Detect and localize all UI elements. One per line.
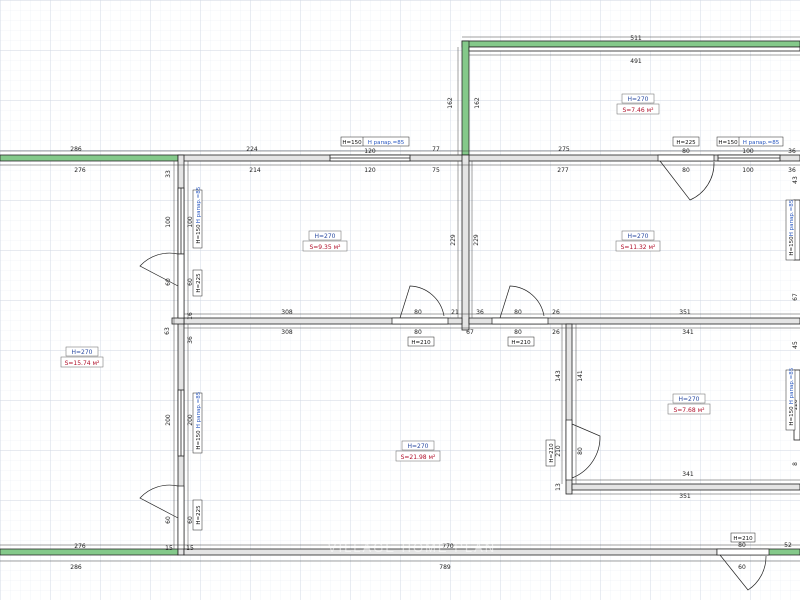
door-height-label: H=225 bbox=[196, 505, 202, 525]
dim-label: 275 bbox=[558, 146, 570, 153]
room-height-label: H=270 bbox=[628, 233, 649, 240]
dim-label: 80 bbox=[738, 542, 746, 549]
dim-label: 80 bbox=[682, 167, 690, 174]
dim-label: 100 bbox=[742, 167, 754, 174]
dim-label: 52 bbox=[784, 542, 792, 549]
window-height-label: H=150 bbox=[196, 224, 202, 244]
dim-label: 308 bbox=[281, 309, 293, 316]
dim-label: 511 bbox=[630, 35, 642, 42]
window-height-label: H=150 bbox=[789, 406, 795, 426]
sill-height-label: H рапар.=85 bbox=[743, 140, 780, 146]
dim-label: 229 bbox=[473, 234, 480, 246]
door-height-label: H=225 bbox=[676, 140, 696, 146]
dim-label: 789 bbox=[439, 564, 451, 571]
door-height-label: H=210 bbox=[411, 340, 431, 346]
dim-label: 341 bbox=[682, 329, 694, 336]
dim-label: 63 bbox=[164, 327, 171, 335]
dim-label: 214 bbox=[249, 167, 261, 174]
dim-label: 224 bbox=[246, 146, 258, 153]
dim-label: 491 bbox=[630, 58, 642, 65]
sill-height-label: H рапар.=85 bbox=[789, 199, 795, 236]
dim-label: 80 bbox=[514, 309, 522, 316]
dim-label: 13 bbox=[555, 483, 562, 491]
door-height-label: H=210 bbox=[549, 443, 555, 463]
dim-label: 21 bbox=[451, 309, 459, 316]
room-area-label: S=11.32 м² bbox=[621, 244, 656, 251]
dim-label: 75 bbox=[432, 167, 440, 174]
room-height-label: H=270 bbox=[628, 96, 649, 103]
dim-label: 36 bbox=[187, 336, 194, 344]
dim-label: 162 bbox=[447, 97, 454, 109]
sill-height-label: H рапар.=85 bbox=[196, 186, 202, 223]
dim-label: 67 bbox=[792, 293, 799, 301]
dim-label: 36 bbox=[476, 309, 484, 316]
dim-label: 8 bbox=[792, 462, 799, 466]
room-area-label: S=7.68 м² bbox=[673, 407, 705, 414]
dim-label: 45 bbox=[792, 341, 799, 349]
dim-label: 60 bbox=[165, 278, 172, 286]
dim-label: 33 bbox=[165, 170, 172, 178]
dim-label: 120 bbox=[364, 167, 376, 174]
dim-label: 276 bbox=[74, 167, 86, 174]
room-height-label: H=270 bbox=[679, 396, 700, 403]
dim-label: 26 bbox=[552, 329, 560, 336]
grid-background bbox=[0, 0, 800, 600]
dim-label: 141 bbox=[577, 370, 584, 382]
window-height-label: H=150 bbox=[196, 430, 202, 450]
sill-height-label: H рапар.=85 bbox=[196, 391, 202, 428]
sill-height-label: H рапар.=85 bbox=[789, 367, 795, 404]
room-area-label: S=15.74 м² bbox=[65, 360, 100, 367]
dim-label: 36 bbox=[788, 167, 796, 174]
room-area-label: S=21.98 м² bbox=[401, 454, 436, 461]
dim-label: 80 bbox=[414, 309, 422, 316]
dim-label: 67 bbox=[466, 329, 474, 336]
dim-label: 80 bbox=[514, 329, 522, 336]
floor-plan: 511 491 162 162 286 224 120 77 275 80 10… bbox=[0, 0, 800, 600]
dim-label: 286 bbox=[70, 146, 82, 153]
dim-label: 351 bbox=[679, 493, 691, 500]
dim-label: 15 bbox=[186, 545, 194, 552]
room-area-label: S=9.35 м² bbox=[309, 244, 341, 251]
dim-label: 200 bbox=[165, 414, 172, 426]
dim-label: 100 bbox=[165, 216, 172, 228]
dim-label: 60 bbox=[738, 564, 746, 571]
dim-label: 308 bbox=[281, 329, 293, 336]
dim-label: 351 bbox=[679, 309, 691, 316]
dim-label: 77 bbox=[432, 146, 440, 153]
watermark: VILLAGE HOME PLAN bbox=[328, 540, 496, 555]
dim-label: 143 bbox=[555, 370, 562, 382]
room-height-label: H=270 bbox=[72, 349, 93, 356]
dim-label: 80 bbox=[414, 329, 422, 336]
dim-label: 26 bbox=[552, 309, 560, 316]
dim-label: 100 bbox=[742, 148, 754, 155]
window-height-label: H=150 bbox=[789, 236, 795, 256]
dim-label: 210 bbox=[555, 445, 562, 457]
door-height-label: H=210 bbox=[733, 536, 753, 542]
room-area-label: S=7.46 м² bbox=[622, 107, 654, 114]
dim-label: 341 bbox=[682, 471, 694, 478]
dim-label: 162 bbox=[474, 97, 481, 109]
dim-label: 36 bbox=[788, 148, 796, 155]
room-height-label: H=270 bbox=[408, 443, 429, 450]
dim-label: 277 bbox=[557, 167, 569, 174]
dim-label: 15 bbox=[165, 545, 173, 552]
dim-label: 276 bbox=[74, 543, 86, 550]
window-height-label: H=150 bbox=[718, 140, 738, 146]
dim-label: 286 bbox=[70, 564, 82, 571]
dim-label: 43 bbox=[792, 176, 799, 184]
dim-label: 120 bbox=[364, 148, 376, 155]
window-height-label: H=150 bbox=[342, 140, 362, 146]
door-height-label: H=210 bbox=[511, 340, 531, 346]
dim-label: 80 bbox=[682, 148, 690, 155]
dim-label: 60 bbox=[165, 516, 172, 524]
dim-label: 16 bbox=[187, 312, 194, 320]
dim-label: 229 bbox=[450, 234, 457, 246]
room-height-label: H=270 bbox=[315, 233, 336, 240]
door-height-label: H=225 bbox=[196, 273, 202, 293]
sill-height-label: H рапар.=85 bbox=[368, 140, 405, 146]
dim-label: 80 bbox=[577, 447, 584, 455]
